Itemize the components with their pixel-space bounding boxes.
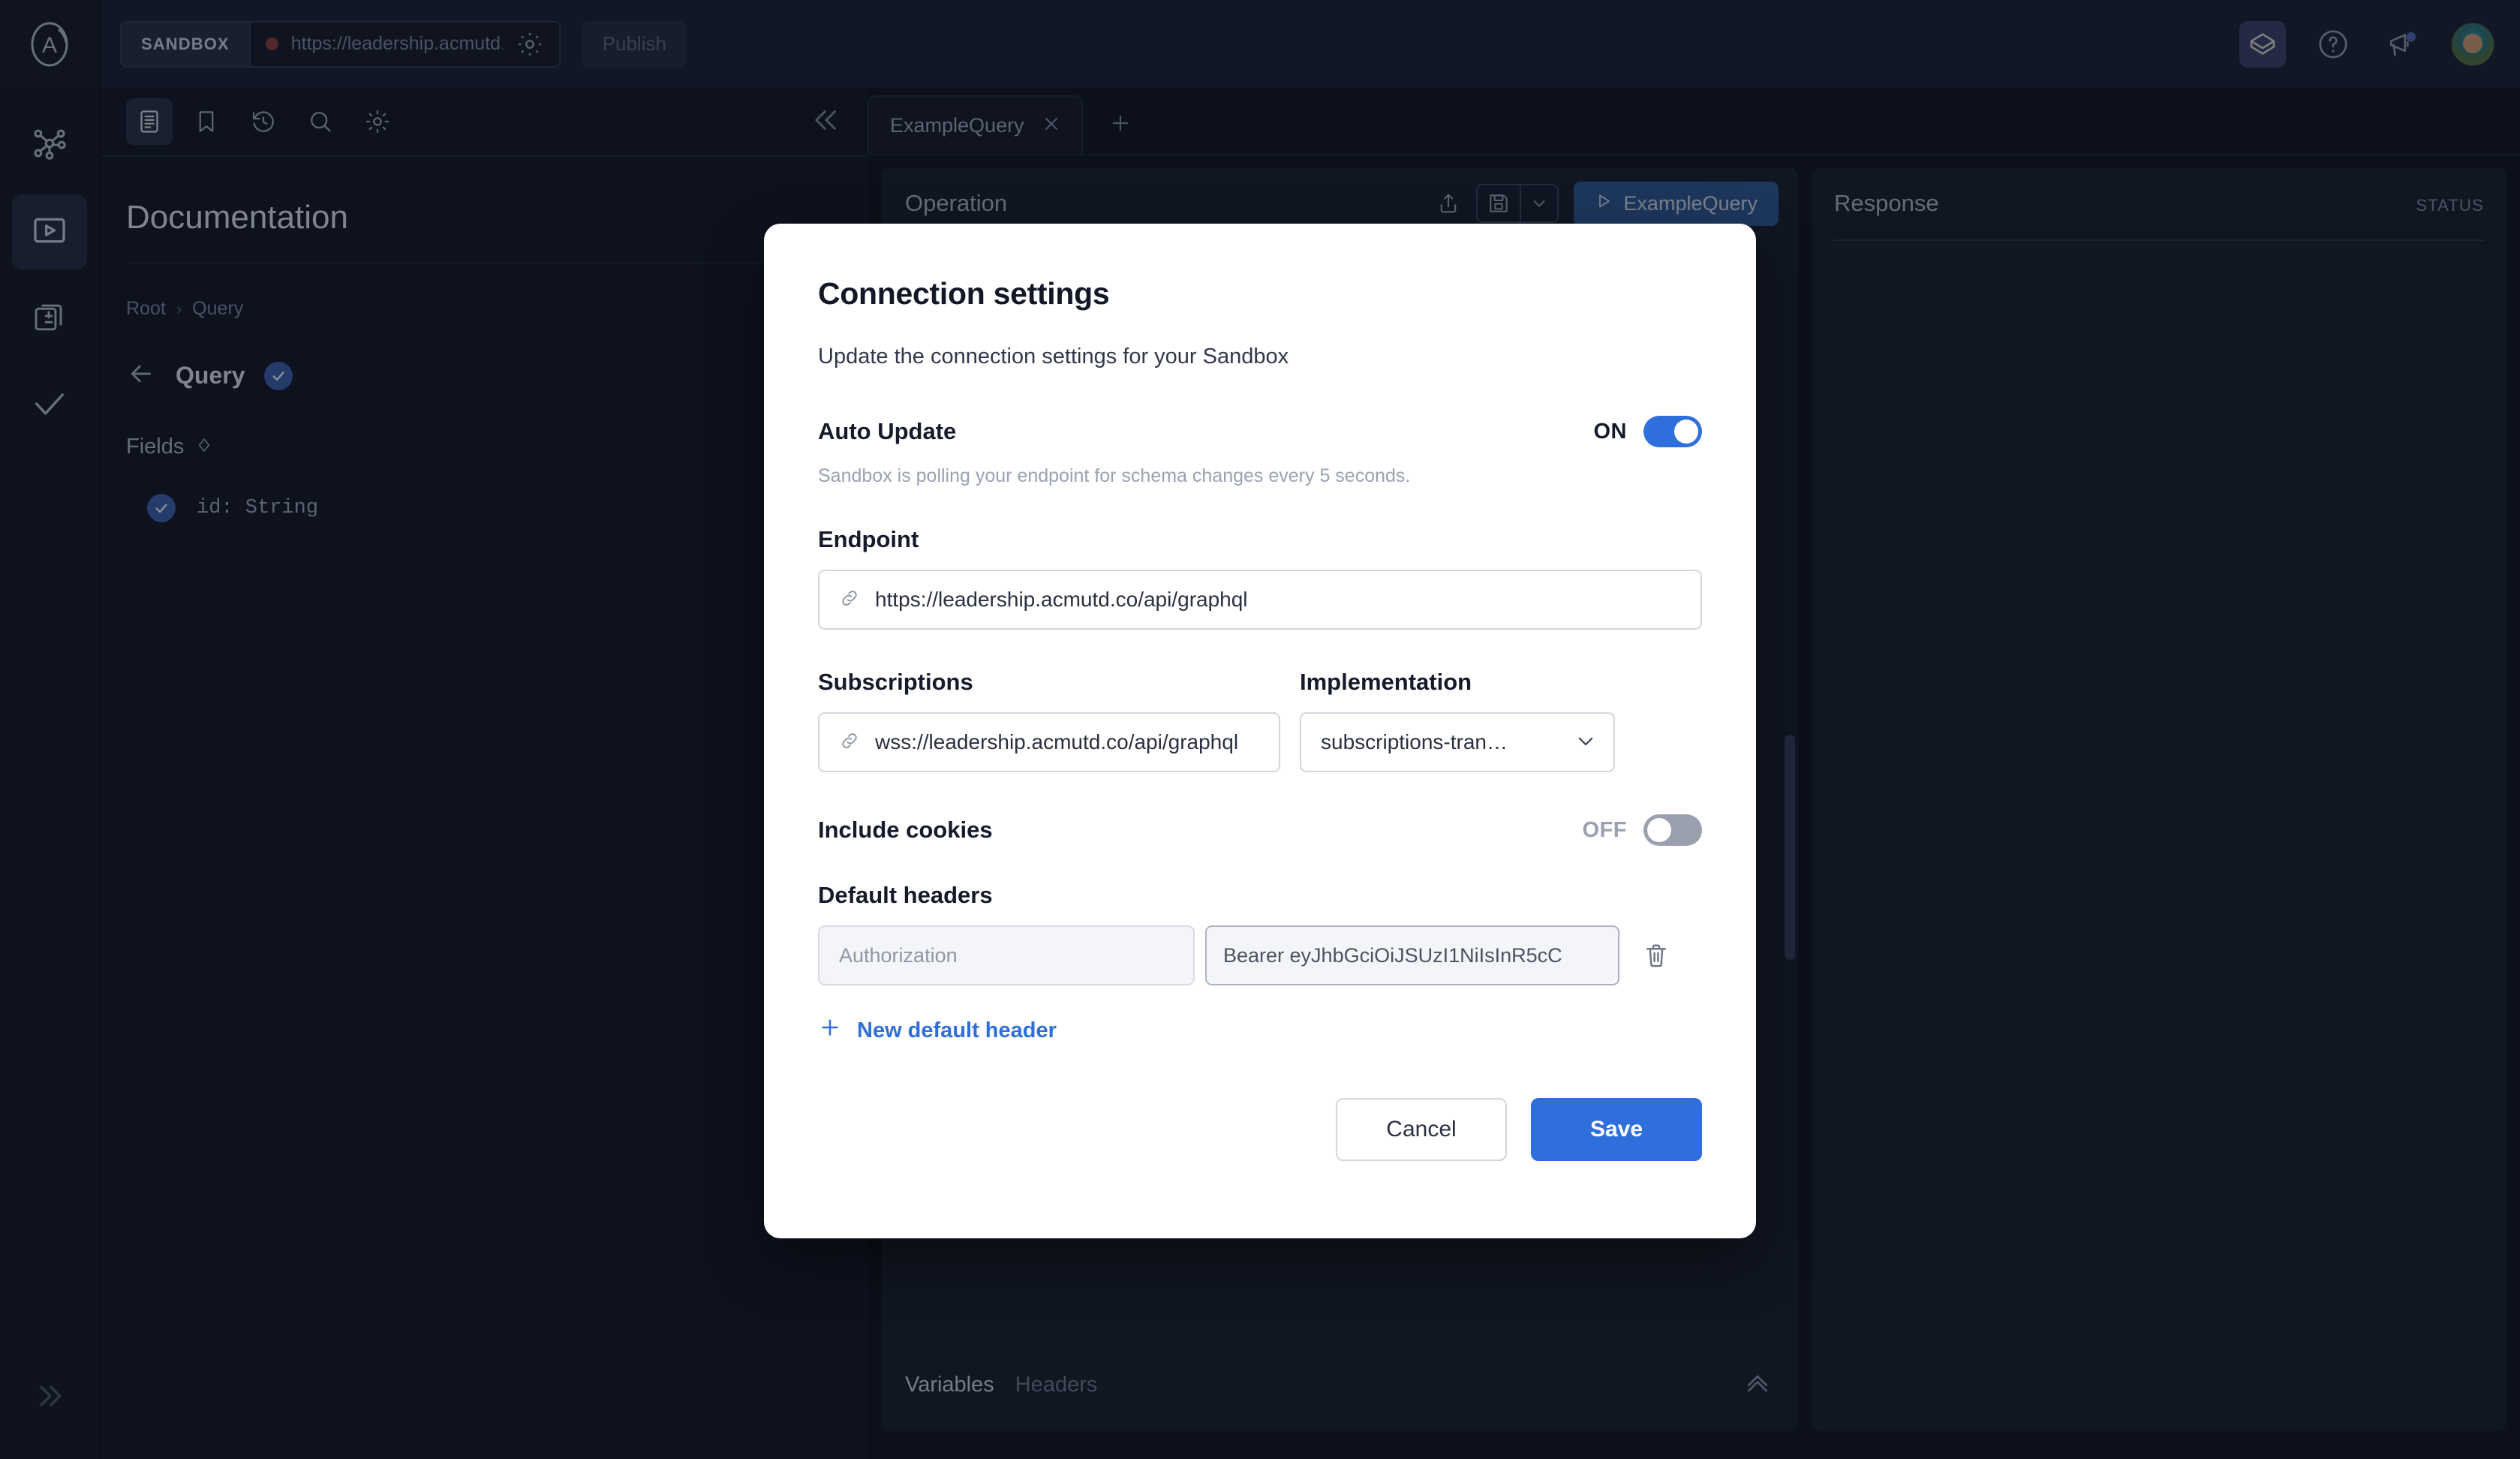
subscriptions-input[interactable]: wss://leadership.acmutd.co/api/graphql bbox=[818, 712, 1280, 772]
modal-title: Connection settings bbox=[818, 276, 1110, 311]
endpoint-input[interactable]: https://leadership.acmutd.co/api/graphql bbox=[818, 570, 1702, 630]
auto-update-toggle[interactable]: ON bbox=[1593, 416, 1702, 447]
implementation-block: Implementation subscriptions-tran… bbox=[1300, 669, 1615, 772]
include-cookies-toggle[interactable]: OFF bbox=[1582, 814, 1702, 846]
default-headers-label: Default headers bbox=[818, 882, 993, 908]
chevron-down-icon bbox=[1564, 730, 1597, 756]
auto-update-label: Auto Update bbox=[818, 418, 957, 444]
endpoint-value: https://leadership.acmutd.co/api/graphql bbox=[875, 588, 1248, 611]
implementation-value: subscriptions-tran… bbox=[1321, 730, 1508, 754]
header-value-input[interactable]: Bearer eyJhbGciOiJSUzI1NiIsInR5cC bbox=[1205, 925, 1619, 985]
auto-update-switch[interactable] bbox=[1643, 416, 1702, 447]
save-button[interactable]: Save bbox=[1531, 1098, 1702, 1161]
include-cookies-label: Include cookies bbox=[818, 817, 993, 843]
include-cookies-state-text: OFF bbox=[1582, 817, 1627, 842]
trash-icon[interactable] bbox=[1630, 941, 1683, 970]
plus-icon bbox=[818, 1015, 842, 1045]
auto-update-hint: Sandbox is polling your endpoint for sch… bbox=[818, 465, 1411, 486]
table-row: Authorization Bearer eyJhbGciOiJSUzI1NiI… bbox=[818, 925, 1702, 985]
auto-update-state-text: ON bbox=[1593, 419, 1627, 444]
subscriptions-label: Subscriptions bbox=[818, 669, 973, 695]
link-chain-icon bbox=[839, 588, 860, 612]
header-key-input[interactable]: Authorization bbox=[818, 925, 1195, 985]
default-headers-block: Default headers Authorization Bearer eyJ… bbox=[818, 882, 1702, 1045]
implementation-select[interactable]: subscriptions-tran… bbox=[1300, 712, 1615, 772]
modal-subtitle: Update the connection settings for your … bbox=[818, 344, 1289, 369]
subscriptions-value: wss://leadership.acmutd.co/api/graphql bbox=[875, 730, 1239, 754]
apollo-studio-sandbox: A SANDBOX https://leadership.acmutd.co/a bbox=[0, 0, 2520, 1459]
include-cookies-row: Include cookies OFF bbox=[818, 814, 1702, 846]
endpoint-block: Endpoint https://leadership.acmutd.co/ap… bbox=[818, 526, 1702, 630]
new-default-header-label: New default header bbox=[857, 1018, 1057, 1042]
implementation-label: Implementation bbox=[1300, 669, 1472, 695]
auto-update-row: Auto Update ON bbox=[818, 416, 1702, 447]
link-chain-icon bbox=[839, 730, 860, 755]
endpoint-label: Endpoint bbox=[818, 526, 919, 552]
include-cookies-switch[interactable] bbox=[1643, 814, 1702, 846]
subscriptions-block: Subscriptions wss://leadership.acmutd.co… bbox=[818, 669, 1280, 772]
modal-footer: Cancel Save bbox=[818, 1098, 1702, 1161]
connection-settings-modal: Connection settings Update the connectio… bbox=[764, 224, 1756, 1238]
subscriptions-row: Subscriptions wss://leadership.acmutd.co… bbox=[818, 669, 1702, 772]
new-default-header-button[interactable]: New default header bbox=[818, 1015, 1057, 1045]
cancel-button[interactable]: Cancel bbox=[1336, 1098, 1507, 1161]
